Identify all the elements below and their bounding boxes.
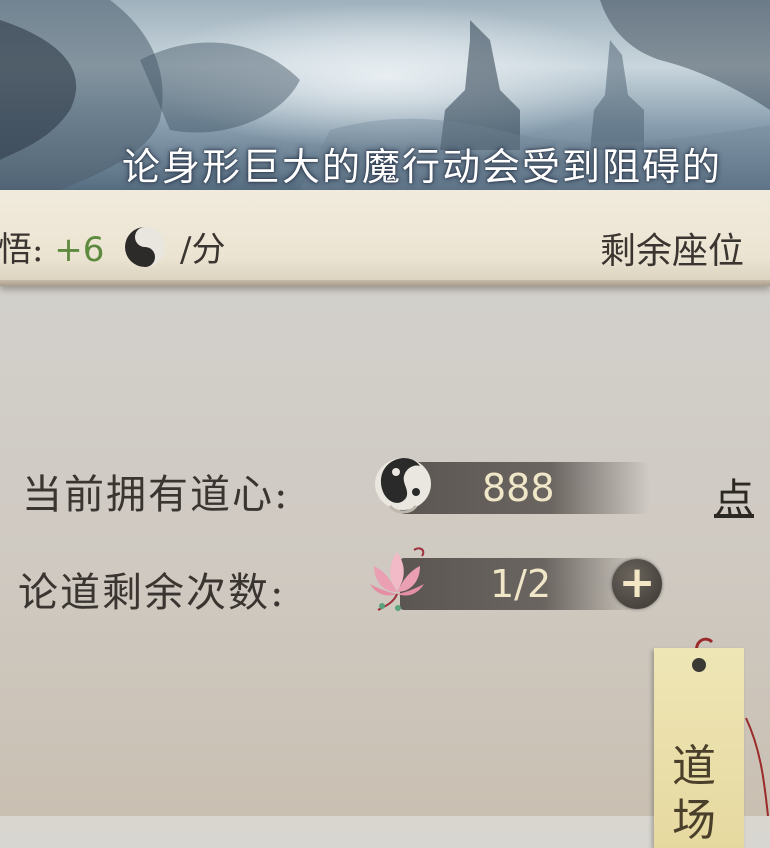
attempts-value: 1/2 [490,562,552,606]
gain-value: +6 [54,230,105,270]
gain-label: 悟: [0,230,55,270]
yin-yang-fish-icon [125,227,165,267]
remaining-seats-label: 剩余座位 [600,231,745,272]
banner: 论身形巨大的魔行动会受到阻碍的 [0,0,770,190]
gain-unit: /分 [180,230,226,270]
daoxin-icon [375,458,431,514]
daoxin-label: 当前拥有道心: [22,472,290,518]
gain-rate: 悟: +6 [0,222,104,271]
tag-hole [692,658,706,672]
dojo-tag[interactable]: 道场 [654,648,744,848]
lotus-icon [370,547,425,611]
daoxin-value: 888 [482,466,555,510]
info-link[interactable]: 点 [714,466,754,524]
plus-icon: + [618,557,656,608]
dojo-tag-label: 道场 [672,741,716,846]
banner-text: 论身形巨大的魔行动会受到阻碍的 [122,145,723,189]
info-bar-edge [0,280,770,286]
add-attempts-button[interactable]: + [612,557,662,609]
attempts-label: 论道剩余次数: [18,570,286,616]
